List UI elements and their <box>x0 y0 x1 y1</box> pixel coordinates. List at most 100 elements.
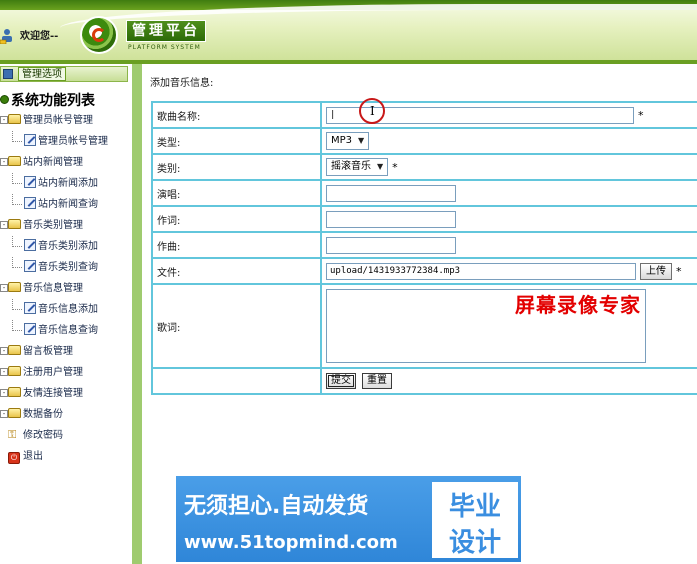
sidebar-item-label: 音乐信息查询 <box>38 325 98 336</box>
required-mark: * <box>676 264 682 278</box>
expand-toggle-icon[interactable]: - <box>0 389 8 397</box>
sidebar-panel-label[interactable]: 管理选项 <box>18 67 66 81</box>
sidebar-item[interactable]: 管理员帐号管理 <box>0 131 132 152</box>
form-row-singer: 演唱: <box>151 179 697 207</box>
tree-branch-line <box>12 173 22 184</box>
app-title: 管理平台 <box>126 20 206 42</box>
format-select-value: MP3 <box>331 135 353 146</box>
tree-branch-line <box>12 194 22 205</box>
sidebar-item[interactable]: 站内新闻查询 <box>0 194 132 215</box>
actions-spacer <box>151 367 322 395</box>
expand-toggle-icon[interactable]: - <box>0 347 8 355</box>
sidebar-item-label: 修改密码 <box>23 430 63 441</box>
sidebar-item[interactable]: 音乐信息添加 <box>0 299 132 320</box>
chevron-down-icon: ▼ <box>358 136 365 145</box>
expand-toggle-icon[interactable]: - <box>0 284 8 292</box>
category-select-value: 摇滚音乐 <box>331 161 371 172</box>
app-subtitle: PLATFORM SYSTEM <box>128 44 201 51</box>
expand-toggle-icon[interactable]: - <box>0 410 8 418</box>
banner-badge: 毕业 设计 <box>432 482 518 558</box>
expand-toggle-icon[interactable]: - <box>0 221 8 229</box>
category-label: 类别: <box>151 153 322 181</box>
lyricist-label: 作词: <box>151 205 322 233</box>
sidebar-item-label: 音乐类别查询 <box>38 262 98 273</box>
sidebar-group[interactable]: - 音乐类别管理 <box>0 215 132 236</box>
sidebar-group-label: 管理员帐号管理 <box>23 115 93 126</box>
panel-icon <box>3 69 13 79</box>
welcome-text: 欢迎您-- <box>20 31 59 42</box>
expand-toggle-icon[interactable]: - <box>0 158 8 166</box>
user-icon <box>0 29 12 44</box>
edit-icon <box>24 239 36 251</box>
required-mark: * <box>392 160 398 174</box>
form-row-lyricist: 作词: <box>151 205 697 233</box>
folder-icon <box>8 408 21 418</box>
sidebar-header: 管理选项 <box>0 66 128 82</box>
sidebar-group[interactable]: - 数据备份 <box>0 404 132 425</box>
sidebar-item-change-password[interactable]: ⚿ 修改密码 <box>0 425 132 446</box>
composer-input[interactable] <box>326 236 456 254</box>
sidebar-splitter[interactable] <box>132 64 142 564</box>
folder-icon <box>8 345 21 355</box>
sidebar-group[interactable]: - 友情连接管理 <box>0 383 132 404</box>
sidebar-item[interactable]: 站内新闻添加 <box>0 173 132 194</box>
submit-button[interactable]: 提交 <box>326 373 356 389</box>
sidebar-item-logout[interactable]: ⏻ 退出 <box>0 446 132 467</box>
tree-root-icon <box>0 95 9 104</box>
singer-input[interactable] <box>326 184 456 202</box>
expand-toggle-icon[interactable]: - <box>0 116 8 124</box>
banner-badge-line2: 设计 <box>448 528 501 558</box>
ad-banner[interactable]: 无须担心.自动发货 www.51topmind.com 毕业 设计 <box>176 476 521 562</box>
required-mark: * <box>638 108 644 122</box>
lyricist-input[interactable] <box>326 210 456 228</box>
sidebar-item-label: 站内新闻查询 <box>38 199 98 210</box>
sidebar-group-label: 站内新闻管理 <box>23 157 83 168</box>
sidebar-item-label: 退出 <box>23 451 43 462</box>
edit-icon <box>24 134 36 146</box>
form-row-song-name: 歌曲名称: | * <box>151 101 697 129</box>
tree-branch-line <box>12 236 22 247</box>
file-label: 文件: <box>151 257 322 285</box>
sidebar-group-label: 数据备份 <box>23 409 63 420</box>
upload-button[interactable]: 上传 <box>640 262 672 280</box>
singer-label: 演唱: <box>151 179 322 207</box>
sidebar-group[interactable]: - 音乐信息管理 <box>0 278 132 299</box>
form-row-file: 文件: upload/1431933772384.mp3 上传 * <box>151 257 697 285</box>
sidebar-group[interactable]: - 管理员帐号管理 <box>0 110 132 131</box>
category-select[interactable]: 摇滚音乐 ▼ <box>326 158 389 176</box>
composer-label: 作曲: <box>151 231 322 259</box>
form-title: 添加音乐信息: <box>150 78 214 89</box>
recorder-watermark: 屏幕录像专家 <box>515 293 641 317</box>
text-cursor-icon: I <box>370 104 375 118</box>
tree-branch-line <box>12 299 22 310</box>
folder-icon <box>8 387 21 397</box>
lyrics-label: 歌词: <box>151 283 322 369</box>
edit-icon <box>24 323 36 335</box>
key-icon: ⚿ <box>8 428 17 441</box>
edit-icon <box>24 197 36 209</box>
tree-branch-line <box>12 320 22 331</box>
folder-icon <box>8 114 21 124</box>
file-path-input[interactable]: upload/1431933772384.mp3 <box>326 262 636 280</box>
sidebar-group-label: 音乐信息管理 <box>23 283 83 294</box>
banner-badge-line1: 毕业 <box>448 492 501 522</box>
exit-icon: ⏻ <box>8 452 20 464</box>
sidebar-group[interactable]: - 注册用户管理 <box>0 362 132 383</box>
banner-url: www.51topmind.com <box>184 532 398 553</box>
logo-mark <box>92 28 106 42</box>
expand-toggle-icon[interactable]: - <box>0 368 8 376</box>
tree-root: 系统功能列表 <box>0 90 95 110</box>
sidebar-group-label: 注册用户管理 <box>23 367 83 378</box>
format-select[interactable]: MP3 ▼ <box>326 132 370 150</box>
folder-icon <box>8 366 21 376</box>
sidebar-group[interactable]: - 站内新闻管理 <box>0 152 132 173</box>
sidebar-group[interactable]: - 留言板管理 <box>0 341 132 362</box>
sidebar-item[interactable]: 音乐类别查询 <box>0 257 132 278</box>
sidebar-item[interactable]: 音乐类别添加 <box>0 236 132 257</box>
sidebar-item-label: 管理员帐号管理 <box>38 136 108 147</box>
sidebar-item[interactable]: 音乐信息查询 <box>0 320 132 341</box>
edit-icon <box>24 302 36 314</box>
form-row-format: 类型: MP3 ▼ <box>151 127 697 155</box>
reset-button[interactable]: 重置 <box>362 373 392 389</box>
tree-root-label: 系统功能列表 <box>11 93 95 109</box>
